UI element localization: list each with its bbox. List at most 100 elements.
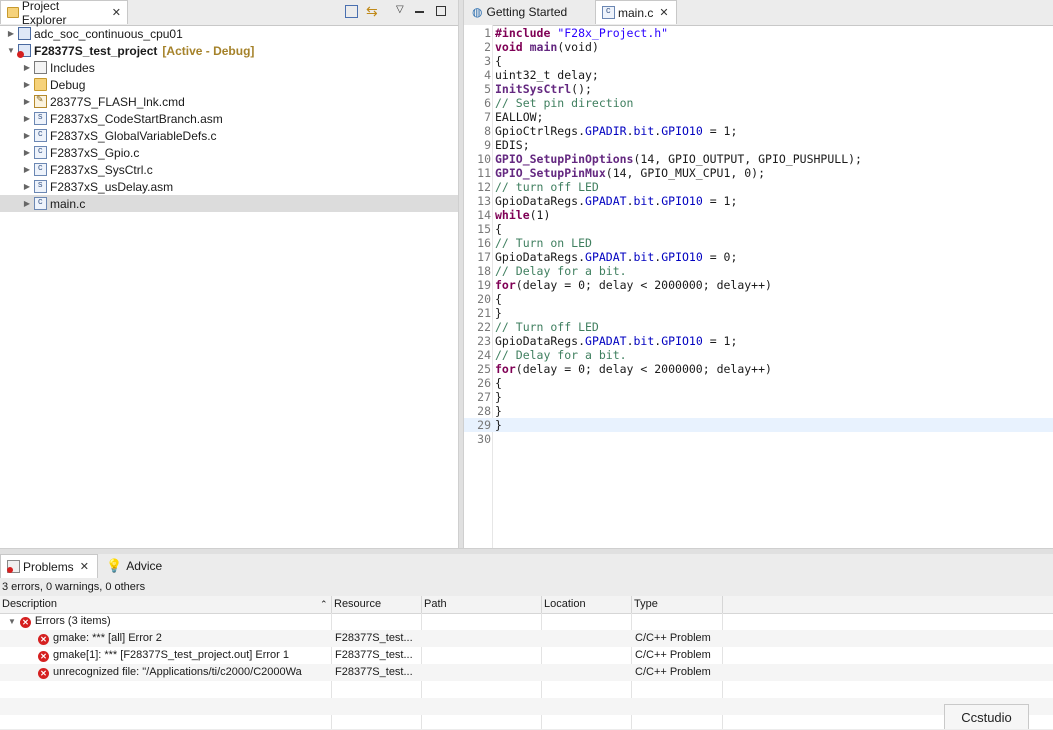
collapse-all-icon[interactable]	[345, 5, 358, 18]
collapsed-arrow-icon[interactable]: ▶	[22, 148, 32, 157]
column-resource[interactable]: Resource	[332, 596, 422, 613]
code-line[interactable]: 26 {	[464, 376, 1053, 390]
tree-item[interactable]: ▼ F28377S_test_project [Active - Debug]	[0, 42, 458, 59]
code-line[interactable]: 27}	[464, 390, 1053, 404]
code-line[interactable]: 20 {	[464, 292, 1053, 306]
line-number: 3	[484, 54, 491, 68]
code-line[interactable]: 11 GPIO_SetupPinMux(14, GPIO_MUX_CPU1, 0)…	[464, 166, 1053, 180]
line-number: 11	[477, 166, 491, 180]
lightbulb-icon: 💡	[106, 558, 123, 573]
code-token: // Delay for a bit.	[495, 348, 627, 362]
code-token: // Turn off LED	[495, 320, 599, 334]
problem-row[interactable]: ✕ gmake[1]: *** [F28377S_test_project.out…	[0, 647, 1053, 664]
link-editor-icon[interactable]: ⇆	[366, 3, 378, 20]
code-line[interactable]: 1 #include "F28x_Project.h"	[464, 26, 1053, 40]
collapsed-arrow-icon[interactable]: ▶	[22, 63, 32, 72]
column-type[interactable]: Type	[632, 596, 723, 613]
project-explorer-panel: Project Explorer ✕ ⇆ ▽ ▶ adc_soc_continuo…	[0, 0, 458, 548]
code-token: GPIO_SetupPinOptions	[495, 152, 634, 166]
maximize-icon[interactable]	[436, 6, 446, 16]
tab-project-explorer[interactable]: Project Explorer ✕	[0, 0, 128, 27]
tree-item[interactable]: ▶ Includes	[0, 59, 458, 76]
problem-description: gmake[1]: *** [F28377S_test_project.out]…	[53, 649, 290, 661]
code-line[interactable]: 24 // Delay for a bit.	[464, 348, 1053, 362]
tab-main-c[interactable]: main.c ✕	[595, 0, 677, 24]
problems-summary: 3 errors, 0 warnings, 0 others	[0, 579, 1053, 596]
code-line[interactable]: 5 InitSysCtrl();	[464, 82, 1053, 96]
code-line[interactable]: 6 // Set pin direction	[464, 96, 1053, 110]
line-number: 21	[477, 306, 491, 320]
line-number: 9	[484, 138, 491, 152]
code-line[interactable]: 17 GpioDataRegs.GPADAT.bit.GPIO10 = 0;	[464, 250, 1053, 264]
tree-item[interactable]: ▶ F2837xS_usDelay.asm	[0, 178, 458, 195]
problems-icon	[7, 560, 20, 573]
tree-item-label: F2837xS_CodeStartBranch.asm	[50, 111, 223, 126]
collapsed-arrow-icon[interactable]: ▶	[22, 131, 32, 140]
collapsed-arrow-icon[interactable]: ▶	[22, 114, 32, 123]
tab-getting-started[interactable]: ◍ Getting Started	[466, 0, 594, 24]
code-line[interactable]: 23 GpioDataRegs.GPADAT.bit.GPIO10 = 1;	[464, 334, 1053, 348]
tab-advice[interactable]: 💡 Advice	[100, 554, 170, 578]
tree-item[interactable]: ▶ F2837xS_GlobalVariableDefs.c	[0, 127, 458, 144]
close-icon[interactable]: ✕	[80, 560, 89, 573]
code-line[interactable]: 22 // Turn off LED	[464, 320, 1053, 334]
collapsed-arrow-icon[interactable]: ▶	[22, 182, 32, 191]
code-token: for	[495, 278, 516, 292]
problem-row[interactable]: ✕ gmake: *** [all] Error 2 F28377S_test...…	[0, 630, 1053, 647]
code-token: while	[495, 208, 530, 222]
expand-arrow-icon[interactable]: ▼	[8, 617, 16, 626]
code-text: {	[495, 54, 502, 68]
code-token: // Delay for a bit.	[495, 264, 627, 278]
close-icon[interactable]: ✕	[659, 6, 668, 19]
close-icon[interactable]: ✕	[112, 6, 121, 19]
code-token: .	[626, 334, 634, 348]
code-line[interactable]: 30	[464, 432, 1053, 446]
code-line[interactable]: 13 GpioDataRegs.GPADAT.bit.GPIO10 = 1;	[464, 194, 1053, 208]
tree-item[interactable]: ▶ 28377S_FLASH_lnk.cmd	[0, 93, 458, 110]
code-line[interactable]: 9 EDIS;	[464, 138, 1053, 152]
code-line[interactable]: 2 void main(void)	[464, 40, 1053, 54]
code-token: GPADAT	[585, 250, 627, 264]
code-line[interactable]: 29}	[464, 418, 1053, 432]
code-line[interactable]: 19 for(delay = 0; delay < 2000000; delay+…	[464, 278, 1053, 292]
collapsed-arrow-icon[interactable]: ▶	[22, 165, 32, 174]
code-line[interactable]: 7 EALLOW;	[464, 110, 1053, 124]
problem-location	[543, 630, 631, 647]
code-line[interactable]: 4 uint32_t delay;	[464, 68, 1053, 82]
column-path[interactable]: Path	[422, 596, 542, 613]
tree-item[interactable]: ▶ F2837xS_Gpio.c	[0, 144, 458, 161]
tree-item[interactable]: ▶ Debug	[0, 76, 458, 93]
problem-row[interactable]: ✕ unrecognized file: "/Applications/ti/c2…	[0, 664, 1053, 681]
error-group-row[interactable]: ▼ ✕ Errors (3 items)	[0, 613, 1053, 630]
collapsed-arrow-icon[interactable]: ▶	[22, 199, 32, 208]
expanded-arrow-icon[interactable]: ▼	[6, 46, 16, 55]
tab-problems[interactable]: Problems ✕	[0, 554, 98, 578]
code-token: GPIO_SetupPinMux	[495, 166, 606, 180]
code-line[interactable]: 21}	[464, 306, 1053, 320]
collapsed-arrow-icon[interactable]: ▶	[22, 80, 32, 89]
collapsed-arrow-icon[interactable]: ▶	[22, 97, 32, 106]
code-text: InitSysCtrl();	[495, 82, 592, 96]
minimize-icon[interactable]	[415, 11, 424, 13]
tree-item[interactable]: ▶ F2837xS_CodeStartBranch.asm	[0, 110, 458, 127]
code-line[interactable]: 18 // Delay for a bit.	[464, 264, 1053, 278]
tree-item[interactable]: ▶ main.c	[0, 195, 458, 212]
tree-item[interactable]: ▶ adc_soc_continuous_cpu01	[0, 25, 458, 42]
code-line[interactable]: 28}	[464, 404, 1053, 418]
code-line[interactable]: 8 GpioCtrlRegs.GPADIR.bit.GPIO10 = 1;	[464, 124, 1053, 138]
code-line[interactable]: 12 // turn off LED	[464, 180, 1053, 194]
code-token: bit	[633, 334, 655, 348]
code-line[interactable]: 16 // Turn on LED	[464, 236, 1053, 250]
code-line[interactable]: 15 {	[464, 222, 1053, 236]
code-text: // turn off LED	[495, 180, 599, 194]
line-number: 25	[477, 362, 491, 376]
tree-item[interactable]: ▶ F2837xS_SysCtrl.c	[0, 161, 458, 178]
code-line[interactable]: 3{	[464, 54, 1053, 68]
view-menu-icon[interactable]: ▽	[396, 4, 404, 15]
column-location[interactable]: Location	[542, 596, 632, 613]
code-line[interactable]: 14 while(1)	[464, 208, 1053, 222]
code-line[interactable]: 10 GPIO_SetupPinOptions(14, GPIO_OUTPUT, …	[464, 152, 1053, 166]
code-line[interactable]: 25 for(delay = 0; delay < 2000000; delay+…	[464, 362, 1053, 376]
collapsed-arrow-icon[interactable]: ▶	[6, 29, 16, 38]
column-description[interactable]: Description ⌃	[0, 596, 332, 613]
